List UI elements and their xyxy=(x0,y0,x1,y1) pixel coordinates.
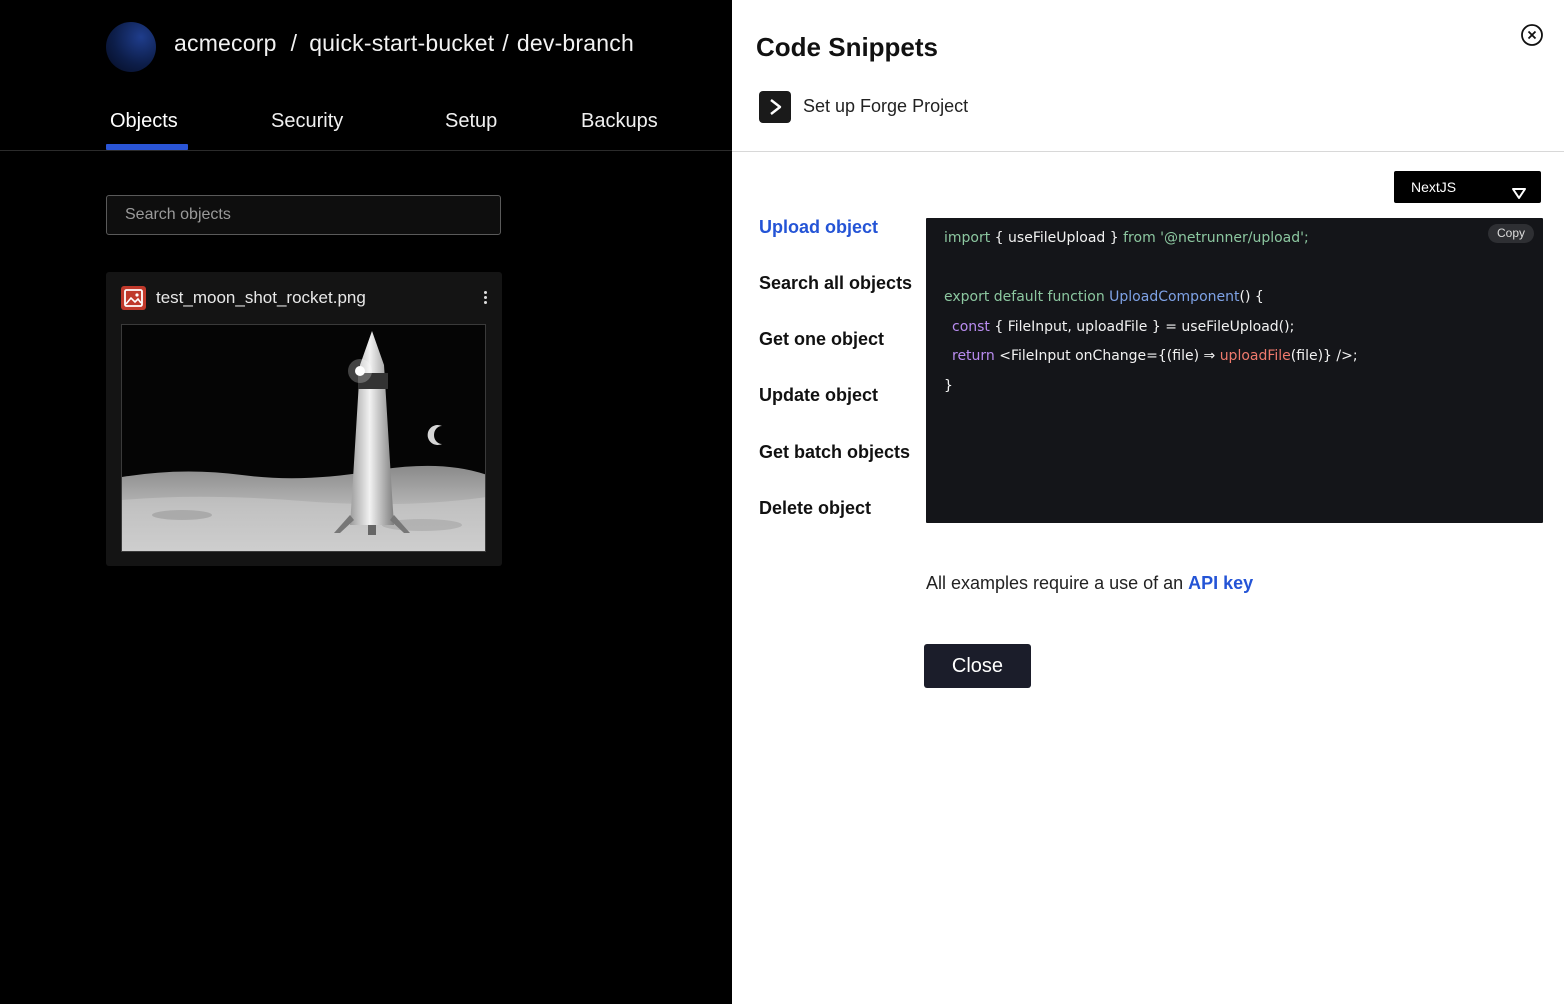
breadcrumb-branch[interactable]: dev-branch xyxy=(517,30,634,56)
object-file-name[interactable]: test_moon_shot_rocket.png xyxy=(156,288,366,308)
language-select-value: NextJS xyxy=(1411,179,1457,195)
forge-project-label[interactable]: Set up Forge Project xyxy=(803,96,968,117)
image-file-icon xyxy=(121,286,146,310)
object-browser: acmecorp / quick-start-bucket / dev-branch O… xyxy=(0,0,732,1004)
close-icon[interactable] xyxy=(1520,23,1544,47)
code-line: export default function UploadComponent(… xyxy=(944,289,1264,305)
breadcrumb-separator: / xyxy=(290,30,298,56)
code-line: const { FileInput, uploadFile } = useFil… xyxy=(952,319,1295,335)
code-line: return <FileInput onChange={(file) ⇒ upl… xyxy=(952,348,1358,364)
object-thumbnail[interactable] xyxy=(121,324,486,552)
snippet-search-all-objects[interactable]: Search all objects xyxy=(759,273,912,294)
snippet-upload-object[interactable]: Upload object xyxy=(759,217,878,238)
copy-button[interactable]: Copy xyxy=(1487,224,1534,243)
code-line: } xyxy=(944,378,953,394)
active-tab-indicator xyxy=(106,144,188,150)
snippet-get-one-object[interactable]: Get one object xyxy=(759,329,884,350)
play-icon[interactable] xyxy=(759,91,791,123)
close-button[interactable]: Close xyxy=(924,644,1031,688)
breadcrumb-bucket[interactable]: quick-start-bucket xyxy=(309,30,494,56)
tab-objects[interactable]: Objects xyxy=(110,110,178,133)
snippet-delete-object[interactable]: Delete object xyxy=(759,498,871,519)
code-block[interactable]: Copy import { useFileUpload } from '@net… xyxy=(926,218,1543,523)
tab-backups[interactable]: Backups xyxy=(581,110,658,133)
api-key-note: All examples require a use of an API key xyxy=(926,573,1254,593)
chevron-down-icon xyxy=(1511,180,1527,199)
divider xyxy=(732,151,1564,152)
object-card[interactable]: test_moon_shot_rocket.png xyxy=(106,272,502,566)
code-snippets-panel: Code Snippets Set up Forge Project NextJ… xyxy=(732,0,1564,1004)
breadcrumb-org[interactable]: acmecorp xyxy=(174,30,277,56)
snippet-get-batch-objects[interactable]: Get batch objects xyxy=(759,442,910,463)
code-line: import { useFileUpload } from '@netrunne… xyxy=(944,230,1309,246)
search-input[interactable]: Search objects xyxy=(106,195,501,235)
tab-bar: Objects Security Setup Backups xyxy=(0,100,732,151)
more-options-icon[interactable] xyxy=(482,291,488,307)
org-avatar[interactable] xyxy=(106,22,156,72)
tab-setup[interactable]: Setup xyxy=(445,110,497,133)
snippet-update-object[interactable]: Update object xyxy=(759,385,878,406)
breadcrumb: acmecorp / quick-start-bucket / dev-branch xyxy=(174,30,634,57)
api-key-link[interactable]: API key xyxy=(1188,573,1253,593)
panel-title: Code Snippets xyxy=(756,32,939,62)
language-select[interactable]: NextJS xyxy=(1394,171,1541,203)
breadcrumb-separator: / xyxy=(502,30,509,56)
tab-security[interactable]: Security xyxy=(271,110,343,133)
